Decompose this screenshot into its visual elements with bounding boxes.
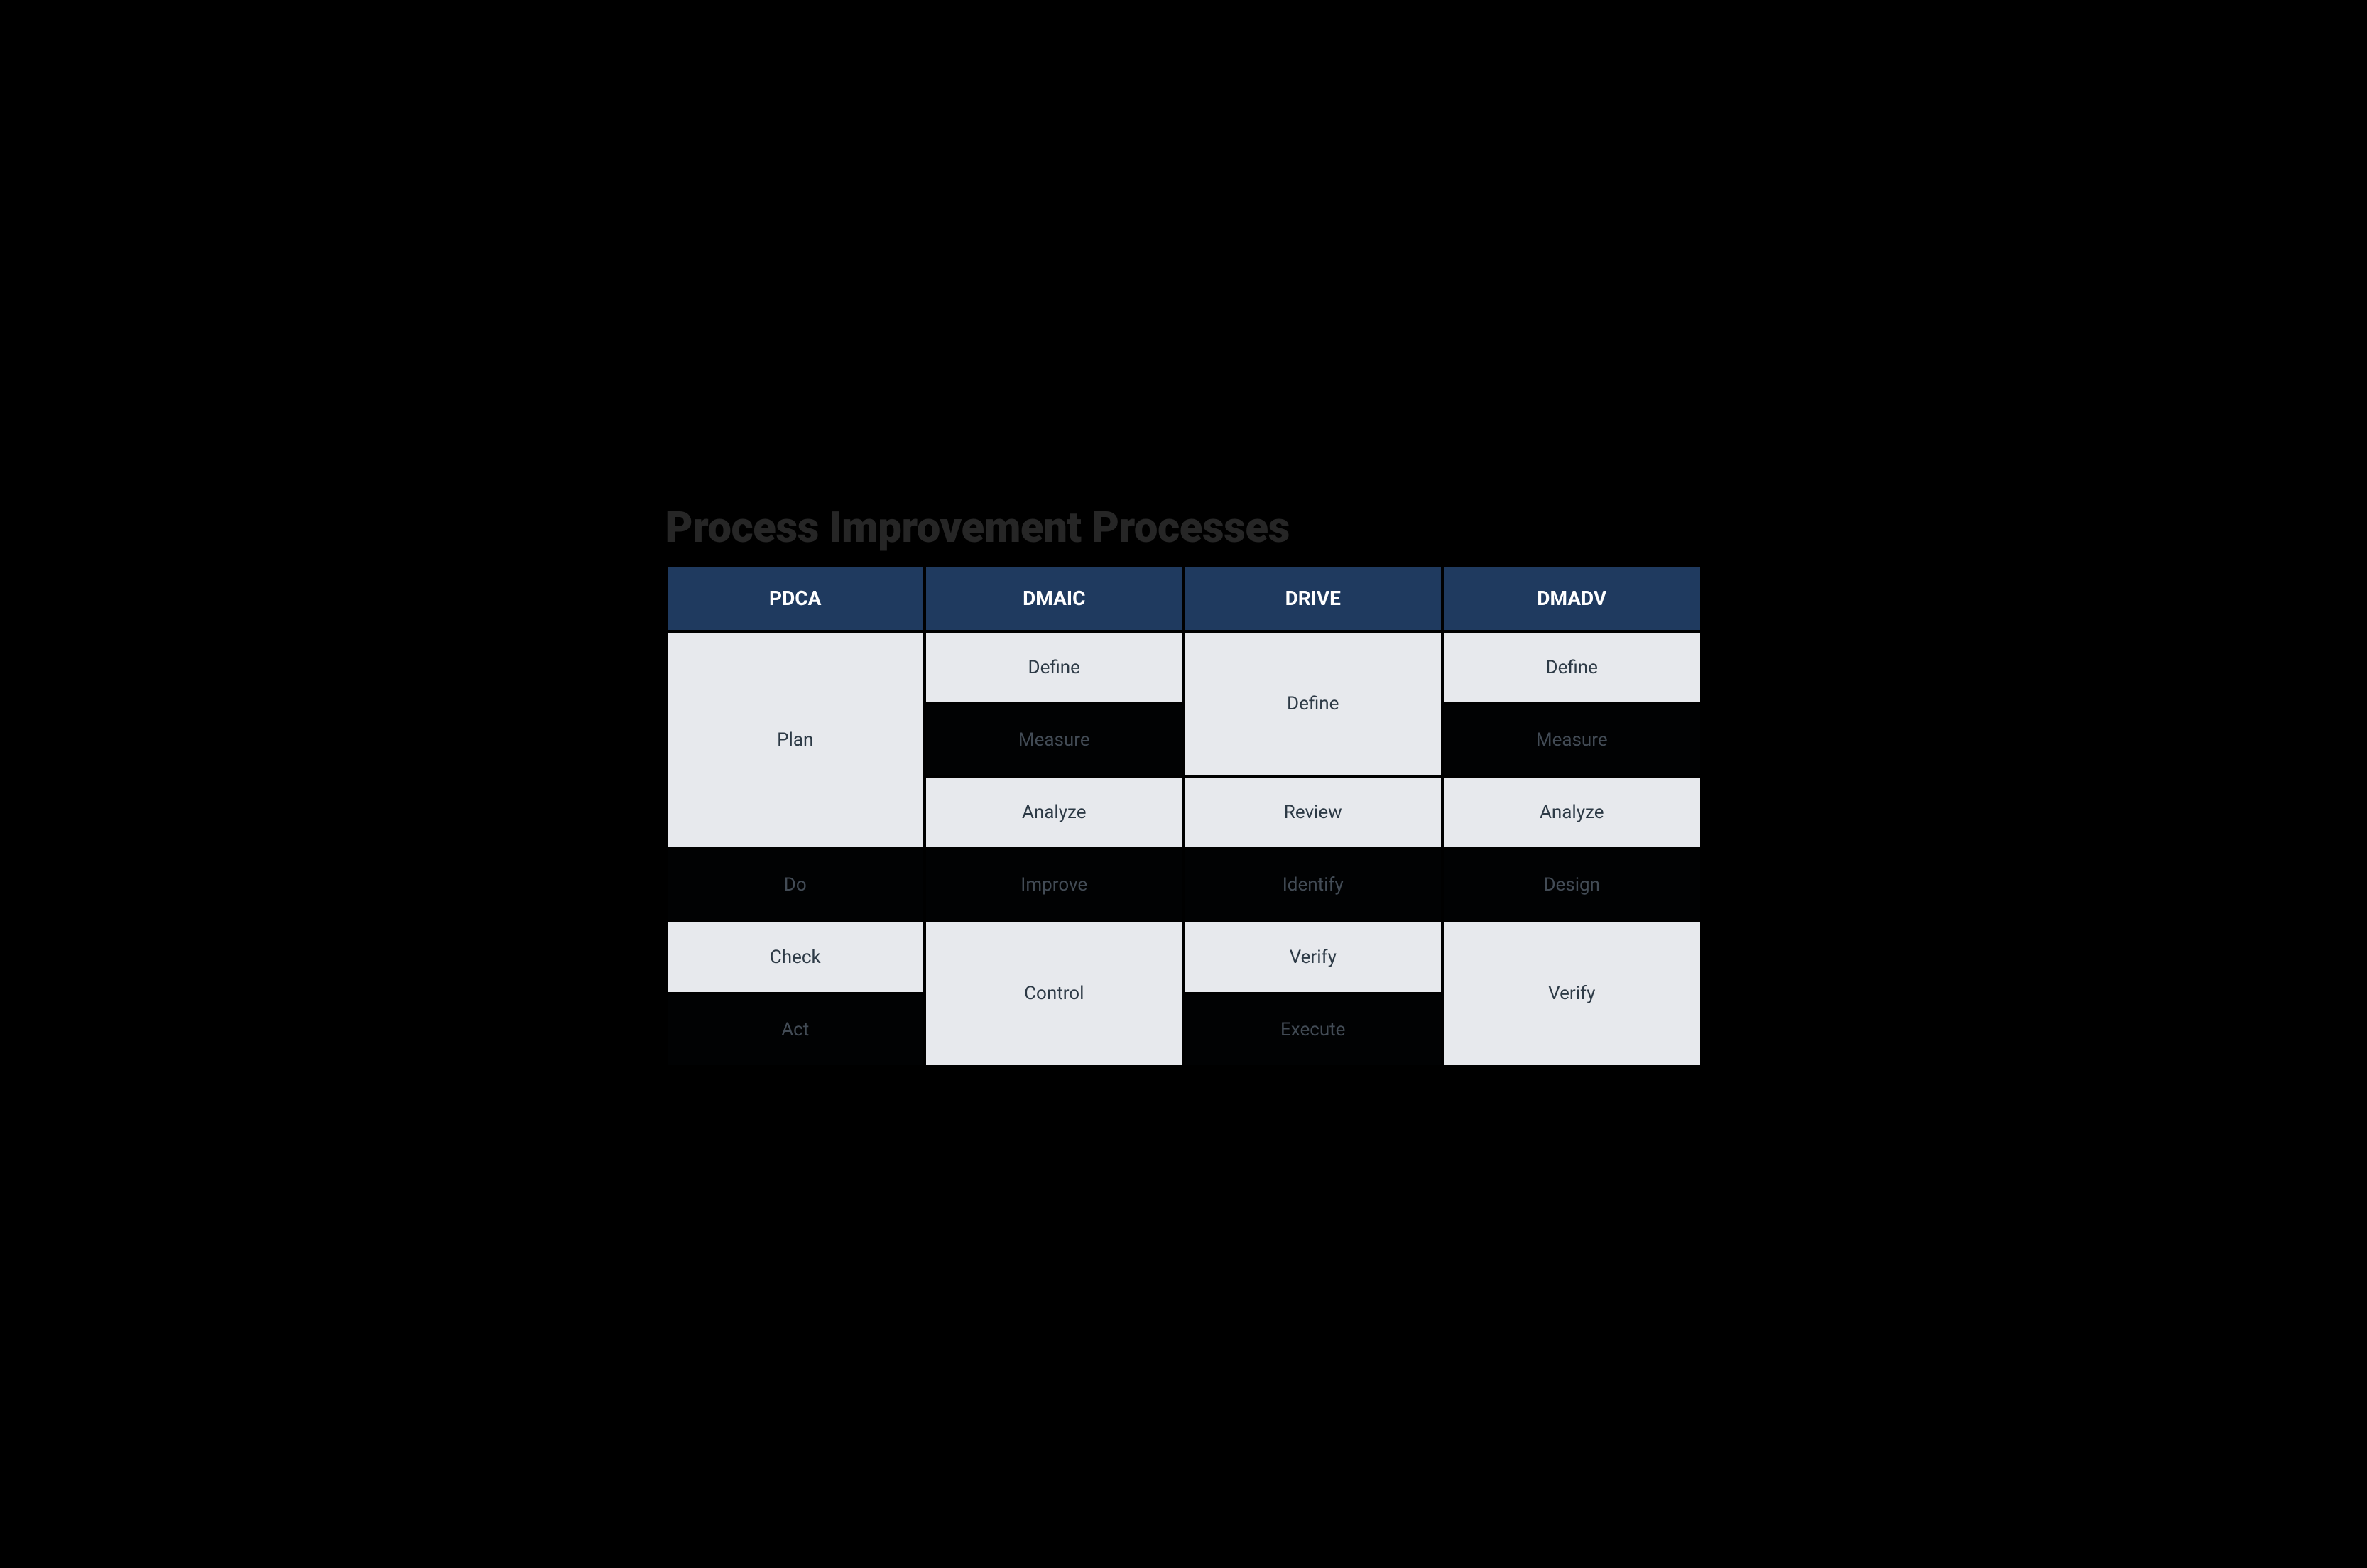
pdca-plan: Plan (668, 633, 924, 847)
slide-title: Process Improvement Processes (665, 502, 1702, 552)
drive-execute: Execute (1185, 995, 1442, 1065)
dmadv-design: Design (1444, 850, 1700, 920)
drive-verify: Verify (1185, 922, 1442, 992)
drive-define: Define (1185, 633, 1442, 775)
drive-identify: Identify (1185, 850, 1442, 920)
pdca-act: Act (668, 995, 924, 1065)
dmadv-define: Define (1444, 633, 1700, 702)
dmaic-improve: Improve (926, 850, 1182, 920)
col-header-dmaic: DMAIC (926, 567, 1182, 630)
col-header-pdca: PDCA (668, 567, 924, 630)
slide: Process Improvement Processes PDCA DMAIC… (665, 502, 1702, 1067)
dmaic-measure: Measure (926, 705, 1182, 775)
dmadv-measure: Measure (1444, 705, 1700, 775)
dmadv-analyze: Analyze (1444, 778, 1700, 847)
col-header-drive: DRIVE (1185, 567, 1442, 630)
col-header-dmadv: DMADV (1444, 567, 1700, 630)
comparison-grid: PDCA DMAIC DRIVE DMADV Plan Define Defin… (665, 565, 1702, 1067)
pdca-do: Do (668, 850, 924, 920)
dmaic-control: Control (926, 922, 1182, 1065)
pdca-check: Check (668, 922, 924, 992)
dmadv-verify: Verify (1444, 922, 1700, 1065)
dmaic-analyze: Analyze (926, 778, 1182, 847)
drive-review: Review (1185, 778, 1442, 847)
dmaic-define: Define (926, 633, 1182, 702)
